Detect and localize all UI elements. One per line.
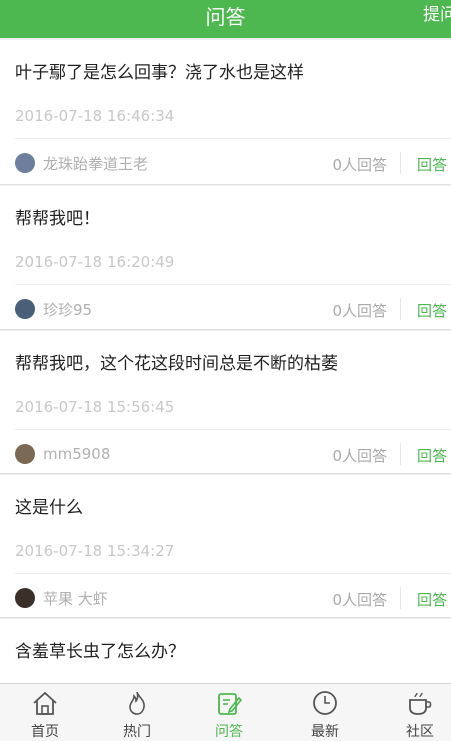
tab-home[interactable]: 首页 xyxy=(0,684,90,741)
question-title[interactable]: 叶子鄢了是怎么回事？浇了水也是这样 xyxy=(15,58,304,83)
edit-icon xyxy=(218,693,243,715)
question-time: 2016-07-18 16:20:49 xyxy=(15,253,175,271)
question-title[interactable]: 含羞草长虫了怎么办？ xyxy=(15,637,185,662)
tab-latest[interactable]: 最新 xyxy=(280,684,370,741)
question-title[interactable]: 帮帮我吧，这个花这段时间总是不断的枯萎 xyxy=(15,349,338,374)
answer-button[interactable]: 回答 xyxy=(417,300,447,321)
answer-count: 0人回答 xyxy=(332,447,387,465)
vertical-divider xyxy=(400,587,401,609)
avatar[interactable] xyxy=(15,444,35,464)
avatar[interactable] xyxy=(15,299,35,319)
question-author[interactable]: 苹果 大虾 xyxy=(15,587,108,609)
question-card[interactable]: 帮帮我吧，这个花这段时间总是不断的枯萎 2016-07-18 15:56:45 … xyxy=(0,331,451,474)
question-card[interactable]: 叶子鄢了是怎么回事？浇了水也是这样 2016-07-18 16:46:34 龙珠… xyxy=(0,40,451,185)
tab-label: 问答 xyxy=(215,724,243,740)
question-author[interactable]: mm5908 xyxy=(15,443,110,465)
flame-icon xyxy=(129,691,145,715)
author-name: 龙珠跆拳道王老 xyxy=(43,154,149,173)
card-divider xyxy=(15,284,451,285)
question-time: 2016-07-18 15:34:27 xyxy=(15,542,175,560)
question-title[interactable]: 这是什么 xyxy=(15,493,83,518)
tab-label: 最新 xyxy=(311,724,339,740)
question-list[interactable]: 叶子鄢了是怎么回事？浇了水也是这样 2016-07-18 16:46:34 龙珠… xyxy=(0,40,451,683)
home-icon xyxy=(33,691,57,715)
clock-icon xyxy=(313,691,337,715)
ask-question-button[interactable]: 提问 xyxy=(423,0,451,30)
card-divider xyxy=(15,138,451,139)
question-card[interactable]: 含羞草长虫了怎么办？ xyxy=(0,619,451,683)
card-divider xyxy=(15,429,451,430)
tab-community[interactable]: 社区 xyxy=(375,684,451,741)
answer-button[interactable]: 回答 xyxy=(417,589,447,610)
tab-qa[interactable]: 问答 xyxy=(184,684,274,741)
vertical-divider xyxy=(400,443,401,465)
vertical-divider xyxy=(400,152,401,174)
top-bar: 问答 提问 xyxy=(0,0,451,38)
question-card[interactable]: 这是什么 2016-07-18 15:34:27 苹果 大虾 0人回答 回答 xyxy=(0,475,451,618)
answer-count: 0人回答 xyxy=(332,156,387,174)
cup-icon xyxy=(409,692,432,715)
answer-count: 0人回答 xyxy=(332,591,387,609)
page-title: 问答 xyxy=(205,5,246,29)
answer-count: 0人回答 xyxy=(332,302,387,320)
bottom-tab-bar: 首页 热门 问答 最新 社区 xyxy=(0,683,451,741)
author-name: mm5908 xyxy=(43,445,111,463)
question-author[interactable]: 珍珍95 xyxy=(15,298,92,320)
avatar[interactable] xyxy=(15,588,35,608)
tab-label: 首页 xyxy=(31,724,59,740)
question-time: 2016-07-18 15:56:45 xyxy=(15,398,175,416)
author-name: 珍珍95 xyxy=(43,300,93,319)
tab-label: 社区 xyxy=(406,724,434,740)
avatar[interactable] xyxy=(15,153,35,173)
question-time: 2016-07-18 16:46:34 xyxy=(15,107,175,125)
question-author[interactable]: 龙珠跆拳道王老 xyxy=(15,152,148,174)
tab-label: 热门 xyxy=(123,724,151,740)
tab-hot[interactable]: 热门 xyxy=(92,684,182,741)
card-divider xyxy=(15,573,451,574)
answer-button[interactable]: 回答 xyxy=(417,445,447,466)
question-title[interactable]: 帮帮我吧！ xyxy=(15,204,100,229)
question-card[interactable]: 帮帮我吧！ 2016-07-18 16:20:49 珍珍95 0人回答 回答 xyxy=(0,186,451,330)
answer-button[interactable]: 回答 xyxy=(417,154,447,175)
author-name: 苹果 大虾 xyxy=(43,589,108,608)
vertical-divider xyxy=(400,298,401,320)
